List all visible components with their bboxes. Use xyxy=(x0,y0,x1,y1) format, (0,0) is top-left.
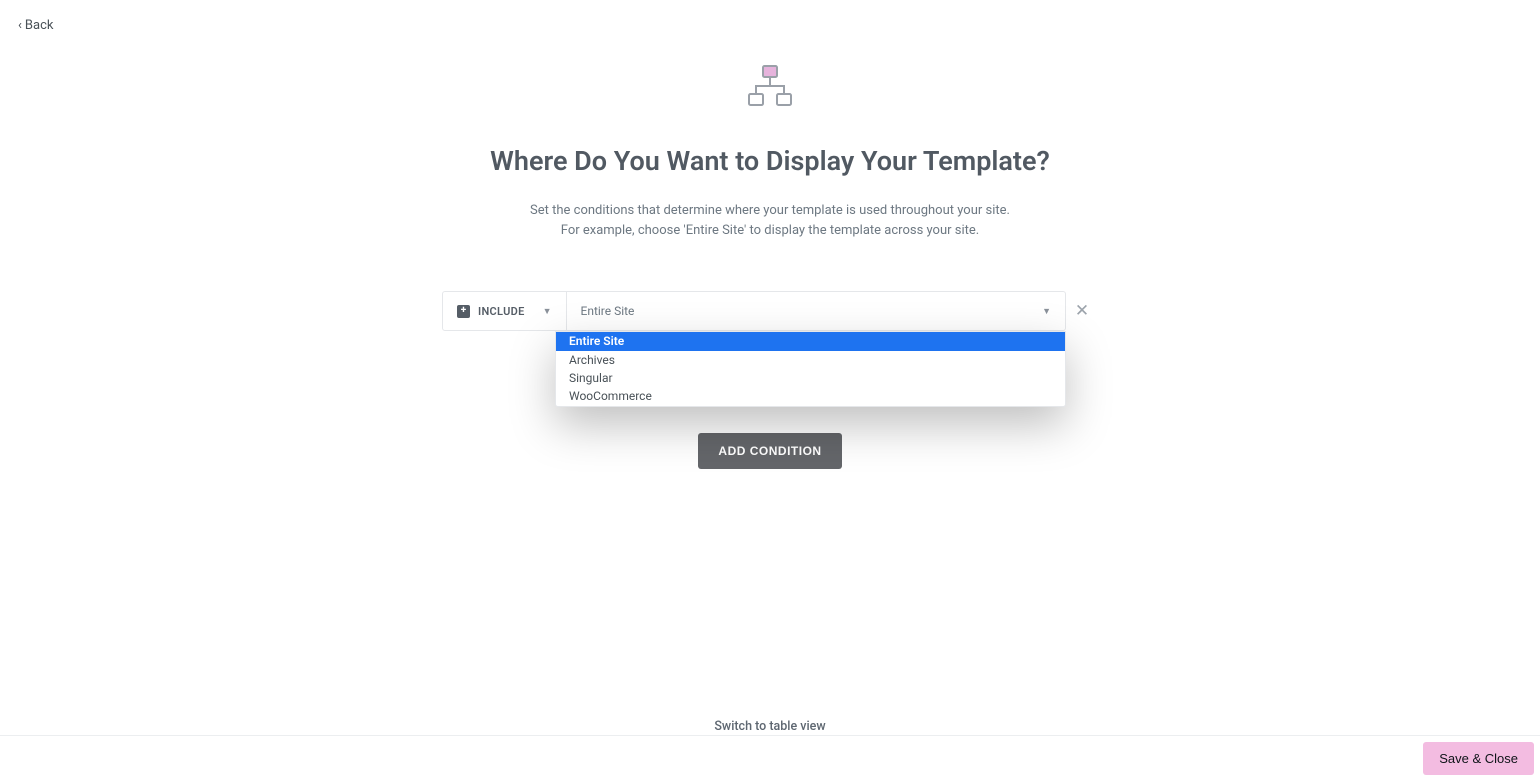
page-description: Set the conditions that determine where … xyxy=(530,201,1010,241)
include-toggle[interactable]: + INCLUDE ▼ xyxy=(442,291,567,331)
switch-table-view-link[interactable]: Switch to table view xyxy=(714,719,825,734)
dropdown-option-woocommerce[interactable]: WooCommerce xyxy=(556,387,1065,405)
close-icon: ✕ xyxy=(1075,301,1089,321)
condition-row: + INCLUDE ▼ Entire Site ▼ ✕ xyxy=(442,291,1098,331)
back-label: Back xyxy=(25,18,54,33)
chevron-left-icon: ‹ xyxy=(18,19,22,32)
dropdown-option-archives[interactable]: Archives xyxy=(556,351,1065,369)
conditions-area: + INCLUDE ▼ Entire Site ▼ ✕ Entire Site … xyxy=(442,291,1098,331)
save-close-button[interactable]: Save & Close xyxy=(1423,742,1534,775)
select-value: Entire Site xyxy=(581,304,635,318)
location-select[interactable]: Entire Site ▼ xyxy=(567,291,1067,331)
description-line-1: Set the conditions that determine where … xyxy=(530,201,1010,221)
page-title: Where Do You Want to Display Your Templa… xyxy=(490,145,1050,177)
sitemap-icon xyxy=(745,65,795,107)
dropdown-option-entire-site[interactable]: Entire Site xyxy=(556,332,1065,350)
caret-down-icon: ▼ xyxy=(1042,306,1051,317)
location-dropdown: Entire Site Archives Singular WooCommerc… xyxy=(555,331,1066,407)
main-content: Where Do You Want to Display Your Templa… xyxy=(0,0,1540,469)
description-line-2: For example, choose 'Entire Site' to dis… xyxy=(530,221,1010,241)
caret-down-icon: ▼ xyxy=(543,306,552,317)
remove-condition-button[interactable]: ✕ xyxy=(1066,291,1098,331)
include-label: INCLUDE xyxy=(478,305,525,318)
dropdown-option-singular[interactable]: Singular xyxy=(556,369,1065,387)
footer-bar: Save & Close xyxy=(0,735,1540,781)
add-condition-button[interactable]: ADD CONDITION xyxy=(698,433,841,469)
back-button[interactable]: ‹ Back xyxy=(18,18,53,33)
plus-icon: + xyxy=(457,305,470,318)
